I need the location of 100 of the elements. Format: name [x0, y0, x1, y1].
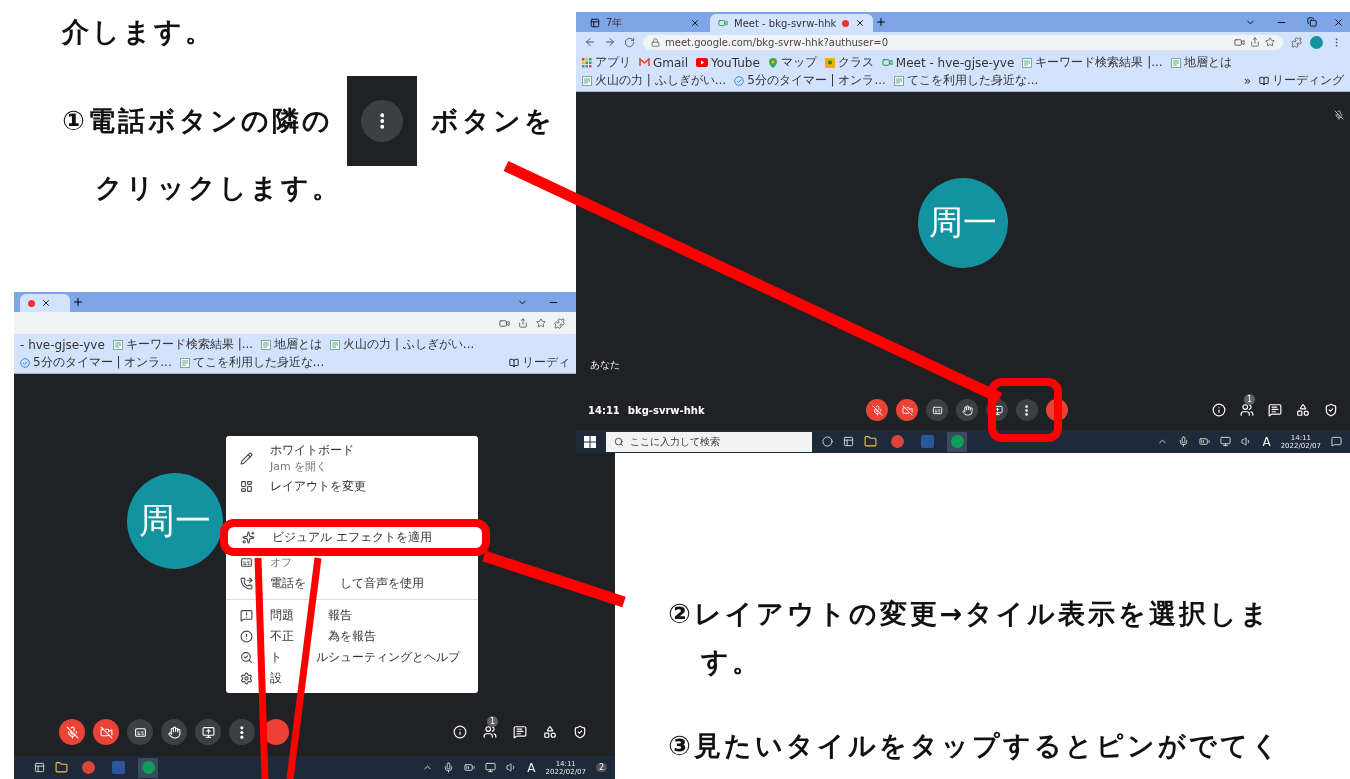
info-icon[interactable] — [453, 725, 467, 739]
browser-tab[interactable]: Meet - bkg-svrw-hhk — [710, 14, 874, 32]
share-icon[interactable] — [518, 318, 528, 328]
menu-item[interactable]: 電話を して音声を使用 — [226, 573, 478, 600]
menu-item[interactable]: オフ — [226, 552, 478, 573]
bookmark[interactable]: 5分のタイマー | オンラ... — [20, 354, 172, 371]
bookmark[interactable]: てこを利用した身近な... — [179, 354, 325, 371]
bookmark[interactable]: - hve-gjse-yve — [20, 337, 105, 352]
menu-item[interactable]: ホワイトボード Jam を開く — [226, 440, 478, 476]
captions-button[interactable] — [127, 719, 153, 745]
bookmark[interactable]: 地層とは — [1170, 54, 1232, 71]
profile-avatar[interactable] — [1310, 35, 1323, 49]
star-icon[interactable] — [1265, 37, 1275, 47]
bookmark[interactable]: マップ — [767, 54, 817, 71]
extensions-icon[interactable] — [554, 317, 565, 329]
camera-button[interactable] — [896, 399, 918, 421]
mic-icon[interactable] — [1178, 436, 1190, 447]
menu-item[interactable]: 問題 報告 — [226, 605, 478, 626]
more-bookmarks[interactable]: » — [1243, 73, 1251, 88]
extensions-icon[interactable] — [1291, 36, 1302, 48]
battery-icon[interactable] — [1199, 436, 1211, 447]
menu-item[interactable]: ビジュアル エフェクトを適用 — [228, 527, 482, 548]
ime-indicator[interactable]: A — [1262, 434, 1271, 449]
taskbar-search-field[interactable]: ここに入力して検索 — [606, 431, 812, 452]
camera-icon[interactable] — [1234, 36, 1245, 48]
menu-item[interactable]: 設 — [226, 668, 478, 689]
share-icon[interactable] — [1250, 37, 1260, 47]
new-tab-icon[interactable] — [72, 296, 84, 308]
notification-icon[interactable] — [1331, 436, 1342, 447]
back-icon[interactable] — [584, 36, 596, 48]
raise-hand-button[interactable] — [956, 399, 978, 421]
bookmark[interactable]: クラス — [824, 54, 874, 71]
tab-icon — [590, 18, 600, 28]
battery-icon[interactable] — [464, 762, 476, 773]
close-icon[interactable] — [855, 18, 866, 28]
mic-icon[interactable] — [443, 762, 455, 773]
mic-button[interactable] — [59, 719, 85, 745]
bookmark[interactable]: 5分のタイマー | オンラ... — [734, 72, 886, 89]
bookmark[interactable]: Meet - hve-gjse-yve — [881, 55, 1015, 70]
bookmark[interactable]: キーワード検索結果 |... — [1022, 54, 1163, 71]
bookmark[interactable]: アプリ — [582, 54, 631, 71]
mic-button[interactable] — [866, 399, 888, 421]
raise-hand-button[interactable] — [161, 719, 187, 745]
chat-icon[interactable] — [1268, 403, 1282, 417]
browser-app-icon[interactable] — [138, 757, 158, 778]
menu-item[interactable]: ト ルシューティングとヘルプ — [226, 647, 478, 668]
menu-item[interactable]: 不正 為を報告 — [226, 626, 478, 647]
reload-icon[interactable] — [624, 36, 635, 48]
restore-icon[interactable] — [1307, 17, 1317, 27]
task-view-icon[interactable] — [34, 762, 45, 773]
phone-icon — [240, 577, 253, 590]
shapes-icon[interactable] — [543, 725, 557, 739]
menu-item[interactable]: レイアウトを変更 — [226, 476, 478, 497]
close-icon[interactable] — [690, 18, 700, 28]
more-options-button[interactable] — [1016, 399, 1038, 421]
address-bar[interactable]: meet.google.com/bkg-svrw-hhk?authuser=0 — [643, 34, 1283, 50]
close-icon[interactable] — [41, 298, 51, 308]
reading-list[interactable]: リーディ — [509, 354, 570, 371]
step-text: す。 — [701, 646, 762, 677]
present-button[interactable] — [195, 719, 221, 745]
circle-icon[interactable] — [822, 436, 833, 447]
forward-icon[interactable] — [604, 36, 616, 48]
task-view-icon[interactable] — [843, 436, 854, 447]
folder-icon[interactable] — [55, 761, 68, 774]
camera-icon[interactable] — [499, 317, 510, 329]
bookmark[interactable]: 地層とは — [261, 336, 323, 353]
report-icon — [240, 609, 253, 622]
page-icon — [330, 339, 341, 350]
folder-icon[interactable] — [864, 435, 877, 448]
more-options-button[interactable] — [229, 719, 255, 745]
people-icon[interactable] — [483, 725, 497, 739]
step-text: ②レイアウトの変更→タイル表示を選択しま — [668, 597, 1272, 631]
chat-icon[interactable] — [513, 725, 527, 739]
network-icon[interactable] — [1220, 436, 1232, 447]
menu-item-label: 設 — [270, 670, 282, 687]
bookmark[interactable]: てこを利用した身近な... — [893, 72, 1039, 89]
camera-button[interactable] — [93, 719, 119, 745]
browser-app-icon[interactable] — [947, 431, 967, 452]
bookmark[interactable]: キーワード検索結果 |... — [112, 336, 254, 353]
video-camera-icon — [718, 18, 728, 28]
notification-count[interactable]: 2 — [595, 763, 607, 772]
star-icon[interactable] — [536, 318, 546, 328]
shield-icon[interactable] — [573, 725, 587, 739]
bookmark[interactable]: 火山の力 | ふしぎがい... — [582, 72, 727, 89]
close-icon[interactable] — [1333, 16, 1344, 28]
ime-indicator[interactable]: A — [527, 760, 536, 775]
browser-tab[interactable]: 7年 — [582, 14, 708, 32]
participant-count: 1 — [1244, 394, 1255, 405]
shield-icon[interactable] — [1324, 403, 1338, 417]
captions-button[interactable] — [926, 399, 948, 421]
reading-list[interactable]: リーディング — [1259, 72, 1344, 89]
info-icon[interactable] — [1212, 403, 1226, 417]
windows-logo-icon[interactable] — [584, 435, 596, 448]
network-icon[interactable] — [485, 762, 497, 773]
shapes-icon[interactable] — [1296, 403, 1310, 417]
bookmark[interactable]: 火山の力 | ふしぎがい... — [330, 336, 475, 353]
new-tab-icon[interactable] — [875, 16, 888, 28]
bookmark[interactable]: Gmail — [639, 55, 688, 70]
people-icon[interactable] — [1240, 403, 1254, 417]
bookmark[interactable]: YouTube — [696, 55, 760, 70]
